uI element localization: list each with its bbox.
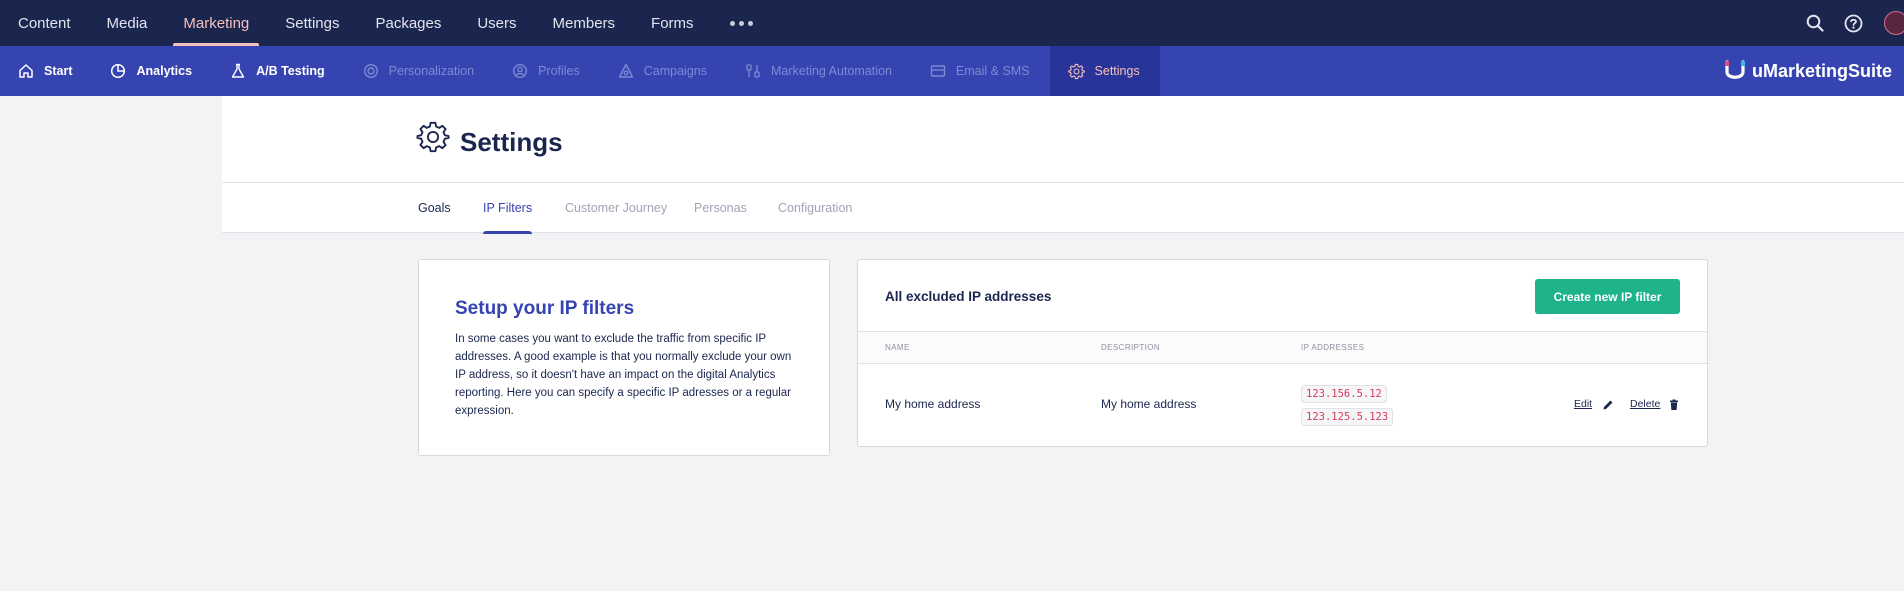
- search-icon[interactable]: [1804, 12, 1826, 34]
- more-sections-icon[interactable]: [712, 0, 771, 46]
- setup-description: In some cases you want to exclude the tr…: [455, 333, 792, 417]
- sub-nav-analytics-label: Analytics: [136, 64, 193, 78]
- sub-nav-ab-testing-label: A/B Testing: [256, 64, 325, 78]
- column-description: DESCRIPTION: [1101, 343, 1161, 352]
- top-nav-forms[interactable]: Forms: [633, 0, 712, 46]
- user-avatar[interactable]: [1884, 11, 1904, 35]
- settings-tabs: Goals IP Filters Customer Journey Person…: [222, 183, 1904, 234]
- pencil-icon[interactable]: [1602, 399, 1614, 411]
- sub-nav: Start Analytics A/B Testing Personalizat…: [0, 46, 1160, 96]
- home-icon: [19, 64, 33, 78]
- pie-chart-icon: [111, 63, 126, 79]
- sub-nav-profiles[interactable]: Profiles: [494, 46, 600, 96]
- tab-goals[interactable]: Goals: [418, 183, 451, 233]
- top-nav-members[interactable]: Members: [535, 0, 634, 46]
- trash-icon[interactable]: [1668, 399, 1680, 411]
- create-ip-filter-button[interactable]: Create new IP filter: [1535, 279, 1680, 314]
- top-nav-content[interactable]: Content: [0, 0, 89, 46]
- sub-nav-campaigns[interactable]: Campaigns: [600, 46, 727, 96]
- brand-logo: uMarketingSuite: [1724, 46, 1892, 96]
- sub-nav-marketing-automation[interactable]: Marketing Automation: [727, 46, 912, 96]
- ip-address-chip: 123.156.5.12: [1301, 385, 1387, 403]
- top-nav-packages[interactable]: Packages: [357, 0, 459, 46]
- top-nav-users[interactable]: Users: [459, 0, 534, 46]
- column-name: NAME: [885, 343, 910, 352]
- table-header-row: NAME DESCRIPTION IP ADDRESSES: [858, 332, 1707, 364]
- target-icon: [363, 63, 378, 79]
- sub-nav-start-label: Start: [44, 64, 73, 78]
- setup-title: Setup your IP filters: [455, 298, 635, 319]
- profile-icon: [513, 63, 528, 79]
- top-nav-settings[interactable]: Settings: [267, 0, 357, 46]
- delete-link[interactable]: Delete: [1630, 398, 1660, 410]
- gear-icon: [1067, 63, 1085, 79]
- top-nav-marketing[interactable]: Marketing: [165, 0, 267, 46]
- email-icon: [930, 65, 946, 77]
- tab-personas[interactable]: Personas: [694, 183, 747, 233]
- sub-nav-settings[interactable]: Settings: [1049, 46, 1160, 96]
- top-nav: Content Media Marketing Settings Package…: [0, 0, 771, 46]
- left-gutter: [0, 96, 222, 591]
- tab-ip-filters[interactable]: IP Filters: [483, 183, 533, 234]
- automation-icon: [746, 64, 760, 78]
- row-name: My home address: [885, 397, 981, 411]
- tab-customer-journey[interactable]: Customer Journey: [565, 183, 667, 233]
- sub-nav-start[interactable]: Start: [0, 46, 92, 96]
- sub-nav-ab-testing[interactable]: A/B Testing: [212, 46, 345, 96]
- table-card-header: All excluded IP addresses Create new IP …: [858, 260, 1707, 332]
- edit-link[interactable]: Edit: [1574, 398, 1592, 410]
- top-navigation-bar: Content Media Marketing Settings Package…: [0, 0, 1904, 46]
- sub-nav-personalization-label: Personalization: [388, 64, 475, 78]
- sub-nav-settings-label: Settings: [1094, 64, 1140, 78]
- table-title: All excluded IP addresses: [885, 289, 1052, 304]
- sub-nav-email-sms[interactable]: Email & SMS: [912, 46, 1050, 96]
- table-row: My home address My home address 123.156.…: [858, 364, 1707, 446]
- page-header: Settings: [222, 96, 1904, 183]
- flask-icon: [231, 63, 245, 78]
- sub-nav-marketing-automation-label: Marketing Automation: [771, 64, 892, 78]
- sub-nav-email-sms-label: Email & SMS: [955, 64, 1030, 78]
- umarketingsuite-logo-icon: [1724, 60, 1745, 79]
- tab-configuration[interactable]: Configuration: [778, 183, 852, 233]
- top-nav-media[interactable]: Media: [89, 0, 166, 46]
- excluded-ip-table-card: All excluded IP addresses Create new IP …: [857, 259, 1708, 447]
- sub-nav-profiles-label: Profiles: [538, 64, 580, 78]
- top-right-tools: [1804, 0, 1904, 46]
- page-title: Settings: [460, 127, 563, 157]
- settings-gear-icon: [416, 120, 450, 159]
- help-icon[interactable]: [1842, 12, 1864, 34]
- row-description: My home address: [1101, 397, 1197, 411]
- setup-ip-filters-card: Setup your IP filters In some cases you …: [418, 259, 830, 456]
- campaign-icon: [618, 63, 633, 78]
- column-ip-addresses: IP ADDRESSES: [1301, 343, 1365, 352]
- brand-name: uMarketingSuite: [1751, 60, 1892, 81]
- ip-address-chip: 123.125.5.123: [1301, 408, 1394, 426]
- marketing-sub-navigation: Start Analytics A/B Testing Personalizat…: [0, 46, 1904, 96]
- sub-nav-campaigns-label: Campaigns: [643, 64, 707, 78]
- sub-nav-personalization[interactable]: Personalization: [345, 46, 494, 96]
- sub-nav-analytics[interactable]: Analytics: [92, 46, 212, 96]
